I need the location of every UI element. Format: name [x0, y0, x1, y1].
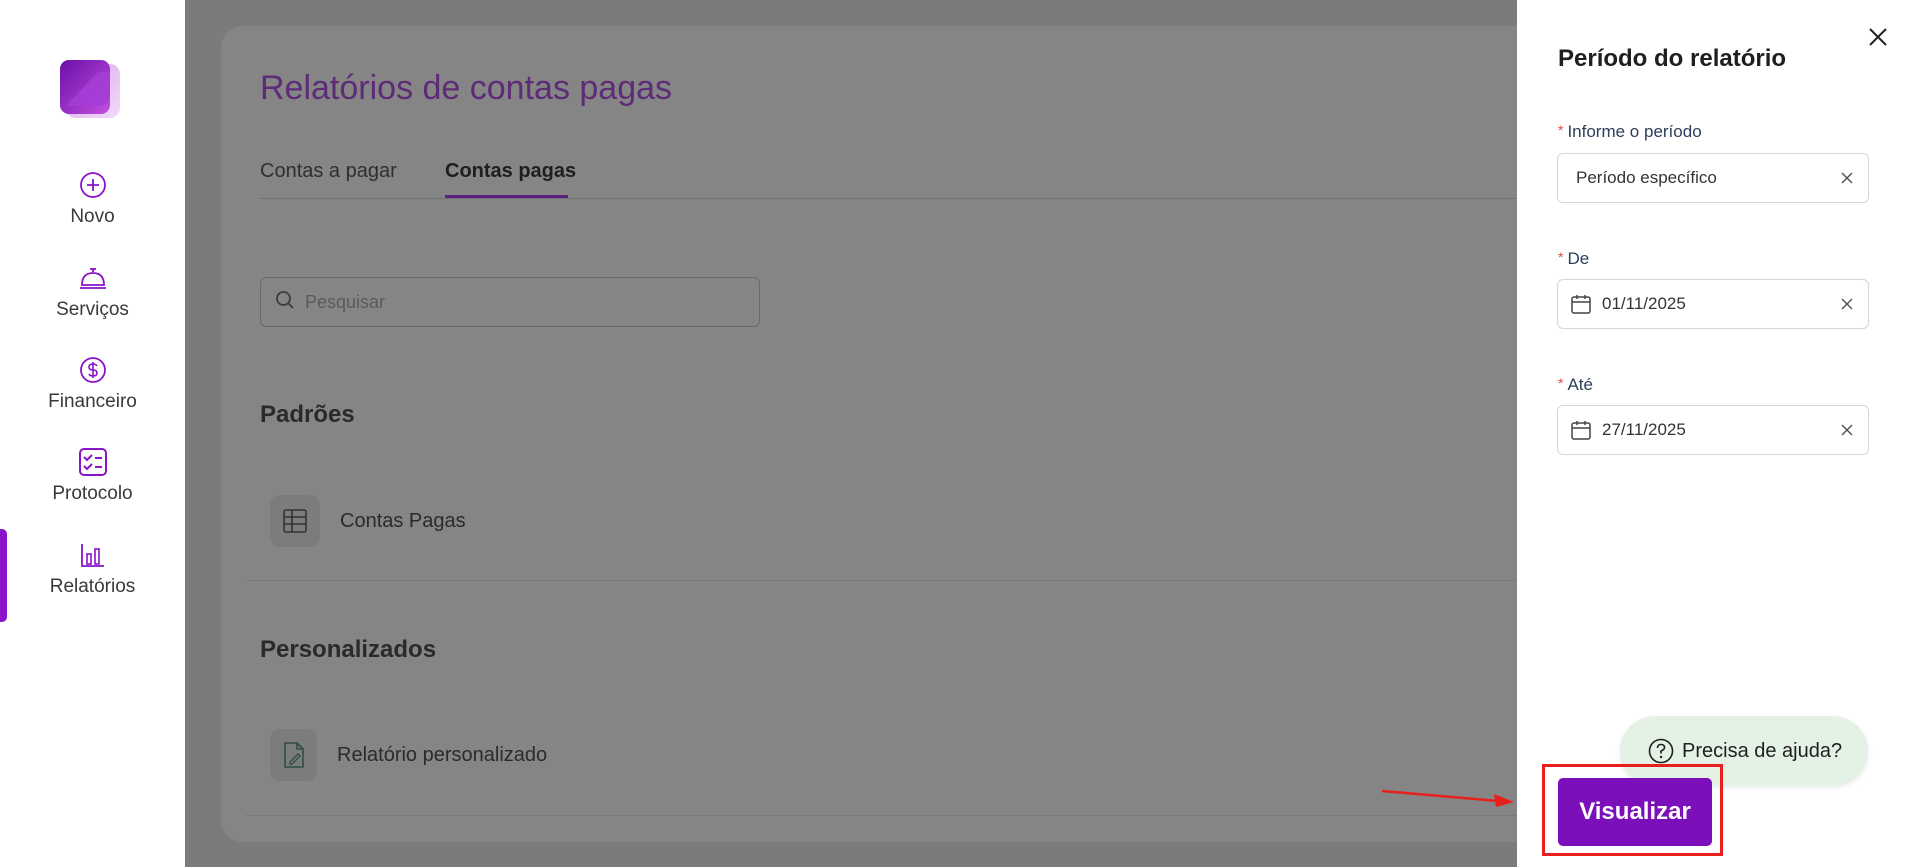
required-mark: * — [1558, 122, 1564, 138]
service-bell-icon — [78, 263, 108, 293]
tab-contas-pagas[interactable]: Contas pagas — [445, 160, 576, 183]
sidebar-item-label: Novo — [70, 206, 115, 227]
report-item-contas-pagas[interactable]: Contas Pagas — [270, 495, 466, 547]
help-label: Precisa de ajuda? — [1682, 739, 1843, 762]
question-circle-icon — [1648, 738, 1674, 764]
date-from-value: 01/11/2025 — [1602, 294, 1686, 313]
sidebar-item-label: Protocolo — [52, 483, 133, 504]
section-title-personalizados: Personalizados — [260, 636, 437, 663]
clear-icon[interactable] — [1838, 295, 1856, 313]
help-button[interactable]: Precisa de ajuda? — [1620, 716, 1868, 786]
period-select-value: Período específico — [1576, 168, 1717, 187]
calendar-icon — [1570, 293, 1592, 315]
row-divider — [245, 815, 1605, 816]
tabs-divider — [260, 198, 1560, 199]
field-label-periodo: * Informe o período — [1558, 122, 1702, 141]
search-box[interactable] — [260, 277, 760, 327]
required-mark: * — [1558, 375, 1564, 391]
date-to-input[interactable]: 27/11/2025 — [1557, 405, 1869, 455]
report-item-label: Contas Pagas — [340, 509, 466, 532]
visualizar-button[interactable]: Visualizar — [1558, 778, 1712, 846]
content-card — [221, 26, 1621, 842]
row-divider — [245, 580, 1605, 581]
plus-circle-icon — [78, 170, 108, 200]
page-title: Relatórios de contas pagas — [260, 69, 673, 107]
clear-icon[interactable] — [1838, 421, 1856, 439]
tab-contas-a-pagar[interactable]: Contas a pagar — [260, 160, 397, 183]
calendar-icon — [1570, 419, 1592, 441]
field-label-ate: * Até — [1558, 375, 1593, 394]
sidebar-item-relatorios[interactable]: Relatórios — [0, 540, 185, 622]
search-input[interactable] — [305, 291, 745, 313]
table-icon — [270, 495, 320, 547]
app-logo[interactable] — [58, 58, 122, 122]
drawer-title: Período do relatório — [1558, 45, 1787, 72]
dollar-circle-icon — [78, 355, 108, 385]
search-icon — [275, 290, 295, 315]
sidebar-item-servicos[interactable]: Serviços — [0, 263, 185, 345]
date-from-input[interactable]: 01/11/2025 — [1557, 279, 1869, 329]
pointer-arrow — [1380, 785, 1516, 809]
checklist-icon — [78, 447, 108, 477]
sidebar-item-label: Serviços — [56, 299, 129, 320]
clear-icon[interactable] — [1838, 169, 1856, 187]
period-select[interactable]: Período específico — [1557, 153, 1869, 203]
sidebar-item-financeiro[interactable]: Financeiro — [0, 355, 185, 437]
report-item-label: Relatório personalizado — [337, 743, 548, 766]
sidebar-item-novo[interactable]: Novo — [0, 170, 185, 252]
field-label-de: * De — [1558, 249, 1590, 268]
sidebar-item-label: Relatórios — [49, 576, 136, 597]
bar-chart-icon — [78, 540, 108, 570]
sidebar-item-label: Financeiro — [48, 391, 137, 412]
sidebar: Novo Serviços Financeiro Protocolo Relat… — [0, 0, 185, 867]
report-item-relatorio-personalizado[interactable]: Relatório personalizado — [270, 729, 547, 781]
file-edit-icon — [270, 729, 317, 781]
section-title-padroes: Padrões — [260, 401, 355, 428]
required-mark: * — [1558, 249, 1564, 265]
date-to-value: 27/11/2025 — [1602, 420, 1686, 439]
close-icon[interactable] — [1866, 25, 1892, 51]
active-indicator — [0, 529, 7, 622]
sidebar-item-protocolo[interactable]: Protocolo — [0, 447, 185, 529]
